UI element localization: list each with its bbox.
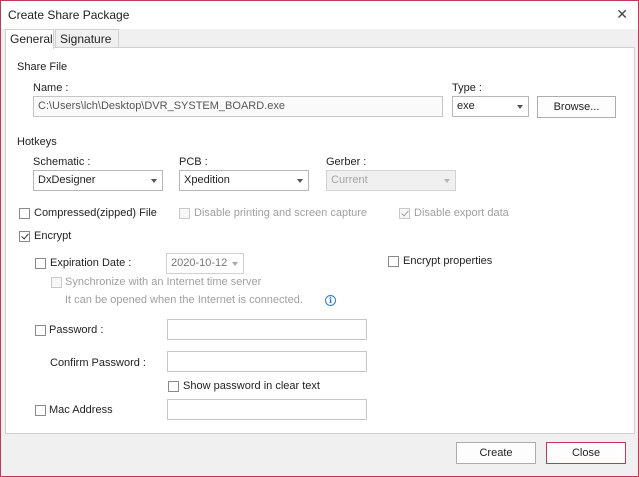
pcb-label: PCB : — [179, 156, 208, 168]
disable-export-checkbox[interactable] — [399, 208, 410, 219]
name-label: Name : — [33, 82, 69, 94]
disable-printing-label: Disable printing and screen capture — [194, 207, 368, 219]
compressed-label: Compressed(zipped) File — [34, 207, 157, 219]
chevron-down-icon — [151, 179, 157, 183]
close-icon[interactable]: ✕ — [616, 7, 628, 21]
tab-signature[interactable]: Signature — [55, 29, 119, 48]
gerber-select-value: Current — [331, 174, 368, 186]
create-button[interactable]: Create — [456, 442, 536, 464]
chevron-down-icon — [444, 179, 450, 183]
expiration-date-value: 2020-10-12 — [171, 257, 228, 269]
checkmark-icon — [21, 231, 29, 240]
title-bar: Create Share Package ✕ — [1, 1, 638, 29]
pcb-select[interactable]: Xpedition — [179, 170, 309, 191]
close-button[interactable]: Close — [546, 442, 626, 464]
chevron-down-icon — [517, 105, 523, 109]
internet-note: It can be opened when the Internet is co… — [65, 294, 303, 306]
mac-address-checkbox[interactable] — [35, 405, 46, 416]
encrypt-properties-checkbox[interactable] — [388, 256, 399, 267]
type-label: Type : — [452, 82, 482, 94]
browse-button[interactable]: Browse... — [537, 96, 616, 118]
mac-address-input[interactable] — [167, 399, 367, 420]
sync-time-checkbox[interactable] — [51, 277, 62, 288]
general-panel: Share File Name : C:\Users\lch\Desktop\D… — [5, 47, 635, 434]
confirm-password-input[interactable] — [167, 351, 367, 372]
tab-general[interactable]: General — [5, 29, 54, 49]
share-file-header: Share File — [17, 61, 68, 73]
schematic-select[interactable]: DxDesigner — [33, 170, 163, 191]
dialog-title: Create Share Package — [8, 8, 130, 22]
chevron-down-icon — [232, 262, 238, 266]
sync-time-label: Synchronize with an Internet time server — [65, 276, 262, 288]
confirm-password-label: Confirm Password : — [50, 357, 146, 369]
checkmark-icon — [401, 208, 409, 217]
pcb-select-value: Xpedition — [184, 174, 230, 186]
expiration-date-picker[interactable]: 2020-10-12 — [166, 253, 244, 274]
info-icon[interactable]: i — [325, 295, 336, 306]
password-input[interactable] — [167, 319, 367, 340]
disable-printing-checkbox[interactable] — [179, 208, 190, 219]
create-share-package-dialog: Create Share Package ✕ General Signature… — [0, 0, 639, 477]
hotkeys-header: Hotkeys — [17, 136, 57, 148]
encrypt-label: Encrypt — [34, 230, 72, 242]
password-checkbox[interactable] — [35, 325, 46, 336]
chevron-down-icon — [297, 179, 303, 183]
schematic-select-value: DxDesigner — [38, 174, 96, 186]
expiration-date-checkbox[interactable] — [35, 258, 46, 269]
file-name-field[interactable]: C:\Users\lch\Desktop\DVR_SYSTEM_BOARD.ex… — [33, 96, 443, 117]
compressed-checkbox[interactable] — [19, 208, 30, 219]
gerber-label: Gerber : — [326, 156, 367, 168]
type-select[interactable]: exe — [452, 96, 529, 117]
mac-address-label: Mac Address — [49, 404, 113, 416]
disable-export-label: Disable export data — [414, 207, 509, 219]
password-label: Password : — [49, 324, 104, 336]
gerber-select[interactable]: Current — [326, 170, 456, 191]
type-select-value: exe — [457, 100, 475, 112]
show-password-checkbox[interactable] — [168, 381, 179, 392]
expiration-date-label: Expiration Date : — [50, 257, 132, 269]
show-password-label: Show password in clear text — [183, 380, 320, 392]
encrypt-checkbox[interactable] — [19, 231, 30, 242]
encrypt-properties-label: Encrypt properties — [403, 255, 493, 267]
schematic-label: Schematic : — [33, 156, 91, 168]
